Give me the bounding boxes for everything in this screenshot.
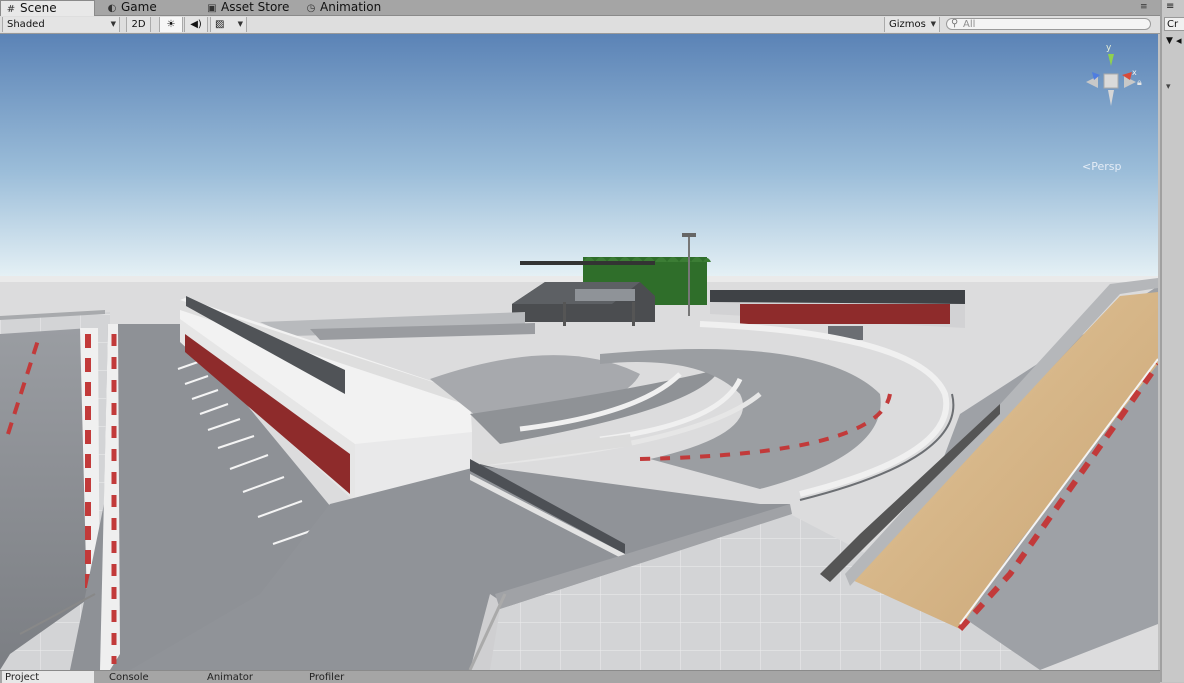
y-axis-label: y bbox=[1106, 43, 1112, 53]
y-axis-cone[interactable] bbox=[1108, 54, 1114, 66]
sun-icon: ☀ bbox=[166, 19, 176, 30]
2d-toggle-button[interactable]: 2D bbox=[126, 17, 151, 32]
image-icon: ▨ bbox=[215, 19, 225, 30]
lock-icon[interactable]: 🔒︎ bbox=[1137, 78, 1142, 88]
sky bbox=[0, 34, 1158, 284]
search-icon: ⚲ bbox=[951, 18, 959, 29]
tab-profiler[interactable]: Profiler bbox=[306, 671, 401, 683]
tab-project[interactable]: Project bbox=[2, 671, 94, 683]
chevron-down-icon: ▼ bbox=[110, 20, 116, 28]
scene-audio-toggle[interactable]: ◀) bbox=[184, 17, 208, 32]
tab-asset-store[interactable]: ▣ Asset Store bbox=[202, 0, 297, 15]
projection-label[interactable]: <Persp bbox=[1082, 160, 1121, 173]
chevron-down-icon: ▼ bbox=[930, 20, 936, 28]
draw-mode-dropdown[interactable]: Shaded ▼ bbox=[2, 17, 120, 32]
inspector-panel: ≡ Cr ▼ ◂ ▾ bbox=[1160, 0, 1184, 682]
gizmo-center-cube[interactable] bbox=[1103, 73, 1119, 89]
panel-menu-icon[interactable]: ≡ bbox=[1140, 2, 1148, 12]
scene-lighting-toggle[interactable]: ☀ bbox=[159, 17, 183, 32]
pacman-icon: ◐ bbox=[107, 3, 117, 14]
editor-tab-bar: # Scene ◐ Game ▣ Asset Store ◷ Animation ≡ bbox=[0, 0, 1160, 16]
hierarchy-search-input[interactable]: ⚲ All bbox=[946, 18, 1151, 30]
gizmos-dropdown[interactable]: Gizmos ▼ bbox=[884, 17, 940, 32]
panel-list-icon[interactable]: ≡ bbox=[1166, 1, 1174, 12]
tab-animator[interactable]: Animator bbox=[204, 671, 299, 683]
back-arrow-icon[interactable]: ◂ bbox=[1176, 34, 1182, 47]
chevron-left-icon: < bbox=[1082, 160, 1092, 173]
tab-console[interactable]: Console bbox=[106, 671, 196, 683]
grid-icon: # bbox=[6, 4, 16, 15]
tab-game[interactable]: ◐ Game bbox=[102, 0, 192, 15]
bottom-tab-bar: Project Console Animator Profiler bbox=[0, 670, 1160, 683]
collapse-arrow-icon[interactable]: ▾ bbox=[1166, 82, 1171, 92]
orientation-gizmo[interactable]: y x bbox=[1078, 42, 1142, 114]
x-axis-label: x bbox=[1132, 68, 1137, 77]
foldout-arrow-icon[interactable]: ▼ bbox=[1166, 36, 1173, 46]
scene-effects-dropdown[interactable]: ▨ ▼ bbox=[210, 17, 247, 32]
chevron-down-icon: ▼ bbox=[237, 20, 243, 28]
create-button[interactable]: Cr bbox=[1164, 17, 1184, 31]
scene-toolbar: Shaded ▼ 2D ☀ ◀) ▨ ▼ Gizmos ▼ ⚲ All bbox=[0, 16, 1160, 34]
tab-animation[interactable]: ◷ Animation bbox=[301, 0, 401, 15]
scene-render bbox=[0, 34, 1158, 670]
tab-scene[interactable]: # Scene bbox=[0, 0, 95, 16]
scene-viewport[interactable]: y x 🔒︎ <Persp bbox=[0, 34, 1158, 670]
speaker-icon: ◀) bbox=[190, 19, 202, 30]
clock-icon: ◷ bbox=[306, 3, 316, 14]
bag-icon: ▣ bbox=[207, 3, 217, 14]
